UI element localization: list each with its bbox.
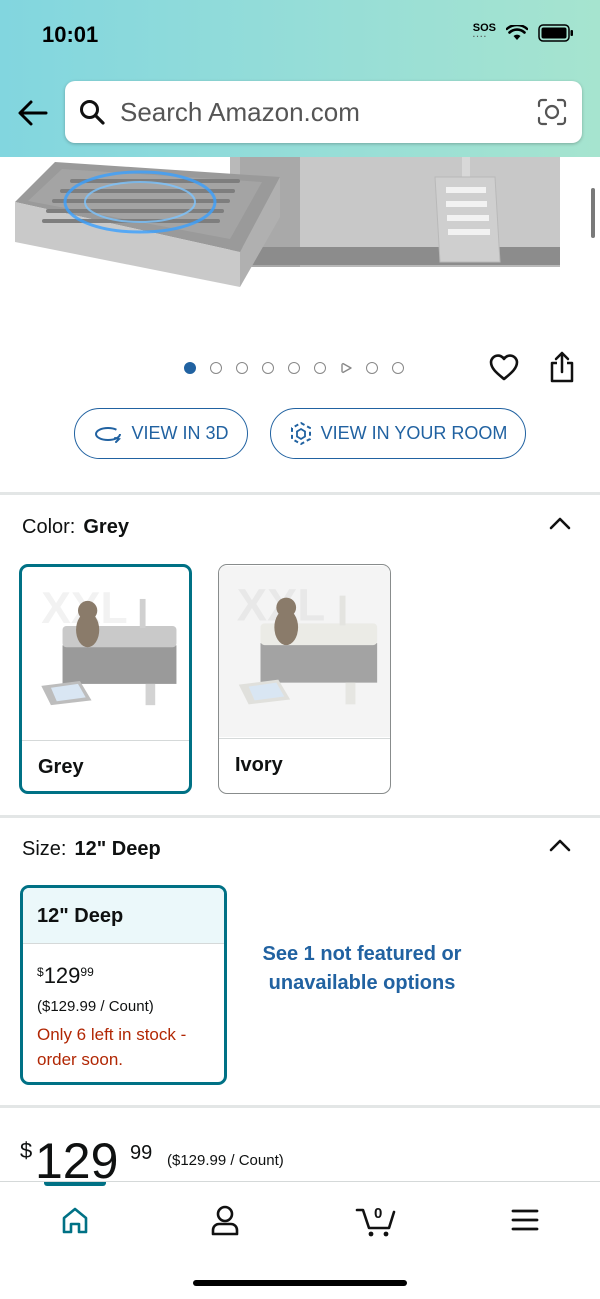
pagination-dot[interactable] bbox=[314, 362, 326, 374]
search-icon bbox=[80, 100, 105, 125]
unit-price: ($129.99 / Count) bbox=[167, 1152, 284, 1169]
bottom-tab-bar: 0 bbox=[0, 1181, 600, 1299]
section-divider bbox=[0, 492, 600, 495]
swatch-divider bbox=[22, 740, 189, 741]
search-input[interactable]: Search Amazon.com bbox=[65, 81, 582, 143]
menu-icon[interactable] bbox=[505, 1202, 545, 1238]
size-option-unit-price: ($129.99 / Count) bbox=[37, 998, 154, 1015]
view-in-3d-label: VIEW IN 3D bbox=[131, 423, 229, 443]
size-label: Size: 12" Deep bbox=[22, 838, 161, 860]
battery-icon bbox=[538, 24, 573, 42]
pagination-dot[interactable] bbox=[392, 362, 404, 374]
product-image[interactable] bbox=[0, 157, 600, 337]
size-option-header: 12" Deep bbox=[23, 888, 224, 944]
swatch-divider bbox=[219, 738, 390, 739]
wifi-icon bbox=[506, 25, 528, 40]
home-icon[interactable] bbox=[55, 1202, 95, 1238]
pagination-dot[interactable] bbox=[184, 362, 196, 374]
sos-indicator: SOS ···· bbox=[472, 21, 496, 41]
size-option-title: 12" Deep bbox=[37, 905, 124, 927]
top-header: 10:01 SOS ···· Search Amazon.com bbox=[0, 0, 600, 157]
ivory-litter-box-thumbnail: XXL bbox=[219, 566, 390, 737]
color-option-grey[interactable]: XXL Grey bbox=[19, 564, 192, 794]
section-divider bbox=[0, 1105, 600, 1108]
pagination-dot[interactable] bbox=[210, 362, 222, 374]
not-featured-options-link[interactable]: See 1 not featured or unavailable option… bbox=[252, 940, 472, 998]
grey-litter-box-thumbnail: XXL bbox=[41, 584, 177, 706]
size-option-12-deep[interactable]: 12" Deep $12999 ($129.99 / Count) Only 6… bbox=[20, 885, 227, 1085]
rotate-3d-icon bbox=[95, 426, 122, 443]
back-arrow-icon[interactable] bbox=[16, 96, 50, 130]
account-icon[interactable] bbox=[205, 1202, 245, 1238]
price-fraction: 99 bbox=[130, 1142, 153, 1164]
image-pagination[interactable] bbox=[184, 362, 404, 374]
color-option-label: Ivory bbox=[235, 754, 283, 776]
active-tab-indicator bbox=[44, 1182, 106, 1186]
camera-lens-icon[interactable] bbox=[537, 98, 567, 126]
share-icon[interactable] bbox=[548, 350, 576, 384]
chevron-up-icon[interactable] bbox=[547, 836, 573, 854]
pagination-dot[interactable] bbox=[288, 362, 300, 374]
section-divider bbox=[0, 815, 600, 818]
stock-warning: Only 6 left in stock - order soon. bbox=[37, 1025, 187, 1069]
cart-icon[interactable]: 0 bbox=[355, 1202, 399, 1238]
view-in-your-room-label: VIEW IN YOUR ROOM bbox=[320, 423, 508, 443]
color-option-label: Grey bbox=[38, 756, 84, 778]
color-selected-value: Grey bbox=[83, 516, 129, 538]
scrollbar[interactable] bbox=[591, 188, 595, 238]
pagination-dot[interactable] bbox=[236, 362, 248, 374]
view-in-your-room-button[interactable]: VIEW IN YOUR ROOM bbox=[270, 408, 526, 459]
search-placeholder: Search Amazon.com bbox=[120, 97, 360, 127]
status-time: 10:01 bbox=[42, 22, 99, 47]
size-selected-value: 12" Deep bbox=[74, 838, 161, 860]
home-indicator bbox=[193, 1280, 407, 1286]
heart-icon[interactable] bbox=[488, 352, 520, 382]
size-option-price: $12999 bbox=[37, 963, 94, 988]
color-option-ivory[interactable]: XXL Ivory bbox=[218, 564, 391, 794]
color-label: Color: Grey bbox=[22, 516, 129, 538]
status-icons: SOS ···· bbox=[472, 21, 574, 42]
price-currency: $ bbox=[20, 1138, 33, 1163]
view-in-3d-button[interactable]: VIEW IN 3D bbox=[74, 408, 248, 459]
chevron-up-icon[interactable] bbox=[547, 514, 573, 532]
video-play-icon[interactable] bbox=[340, 362, 352, 374]
ar-cube-icon bbox=[290, 421, 311, 445]
pagination-dot[interactable] bbox=[366, 362, 378, 374]
cart-count: 0 bbox=[374, 1205, 382, 1222]
pagination-dot[interactable] bbox=[262, 362, 274, 374]
